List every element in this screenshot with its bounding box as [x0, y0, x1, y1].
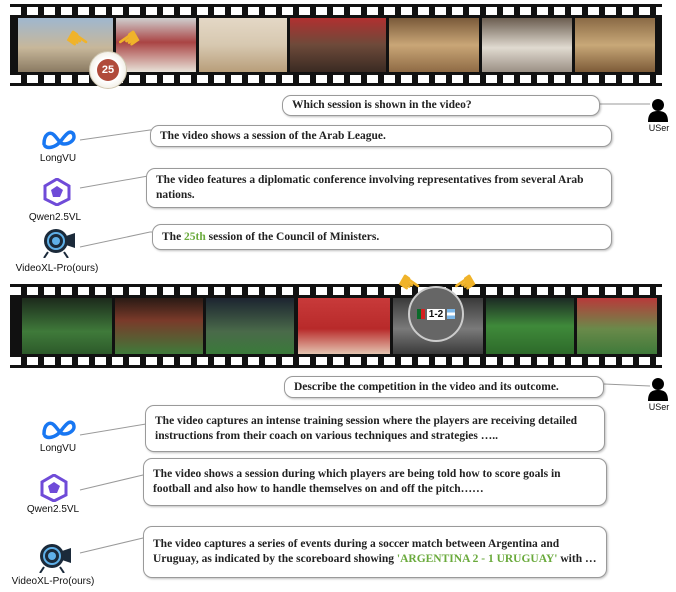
video-frames-strip-2 [10, 284, 662, 368]
video-frame [115, 298, 203, 354]
user-question-bubble: Which session is shown in the video? [282, 95, 600, 116]
user-question-text: Describe the competition in the video an… [294, 380, 559, 393]
model-label-qwen: Qwen2.5VL [26, 504, 80, 515]
user-question-bubble: Describe the competition in the video an… [284, 376, 604, 398]
answer-text: The video shows a session of the Arab Le… [160, 129, 386, 142]
answer-bubble-longvu: The video captures an intense training s… [145, 405, 605, 452]
qwen-logo-icon [40, 474, 68, 502]
meta-logo-icon [42, 420, 76, 440]
user-icon [648, 378, 668, 401]
model-label-videoxl: VideoXL-Pro(ours) [11, 576, 95, 587]
answer-bubble-longvu: The video shows a session of the Arab Le… [150, 125, 612, 147]
video-frame [206, 298, 294, 354]
answer-bubble-videoxl: The 25th session of the Council of Minis… [152, 224, 612, 250]
answer-text: The video shows a session during which p… [153, 468, 561, 495]
video-frame [199, 18, 287, 72]
videoxl-logo-icon [43, 229, 75, 258]
video-frame [486, 298, 574, 354]
user-question-text: Which session is shown in the video? [292, 99, 472, 111]
video-frame [389, 18, 479, 72]
answer-bubble-videoxl: The video captures a series of events du… [143, 526, 607, 578]
model-label-videoxl: VideoXL-Pro(ours) [15, 263, 99, 274]
answer-bubble-qwen: The video features a diplomatic conferen… [146, 168, 612, 208]
video-frame [290, 18, 386, 72]
video-frame [575, 18, 655, 72]
highlight-text: 'ARGENTINA 2 - 1 URUGUAY' [396, 553, 558, 565]
answer-bubble-qwen: The video shows a session during which p… [143, 458, 607, 506]
video-frame [22, 298, 112, 354]
highlight-text: 25th [184, 230, 206, 243]
user-icon [648, 99, 668, 122]
video-frame [298, 298, 390, 354]
scoreboard-magnifier: 1-2 [408, 286, 464, 342]
badge-25: 25 [89, 51, 127, 89]
model-label-longvu: LongVU [39, 153, 77, 164]
answer-text: The video captures a series of events du… [153, 538, 597, 565]
videoxl-logo-icon [39, 544, 71, 573]
answer-text: The video features a diplomatic conferen… [156, 174, 584, 201]
answer-text: The 25th session of the Council of Minis… [162, 230, 380, 243]
badge-number: 25 [97, 59, 119, 81]
video-frame [577, 298, 657, 354]
qwen-logo-icon [43, 178, 71, 206]
model-label-qwen: Qwen2.5VL [28, 212, 82, 223]
user-label: USer [648, 123, 670, 133]
meta-logo-icon [42, 130, 76, 150]
answer-text: The video captures an intense training s… [155, 414, 578, 442]
model-label-longvu: LongVU [39, 443, 77, 454]
scoreboard-score: 1-2 [426, 308, 446, 320]
user-label: USer [648, 402, 670, 412]
video-frame [482, 18, 572, 72]
